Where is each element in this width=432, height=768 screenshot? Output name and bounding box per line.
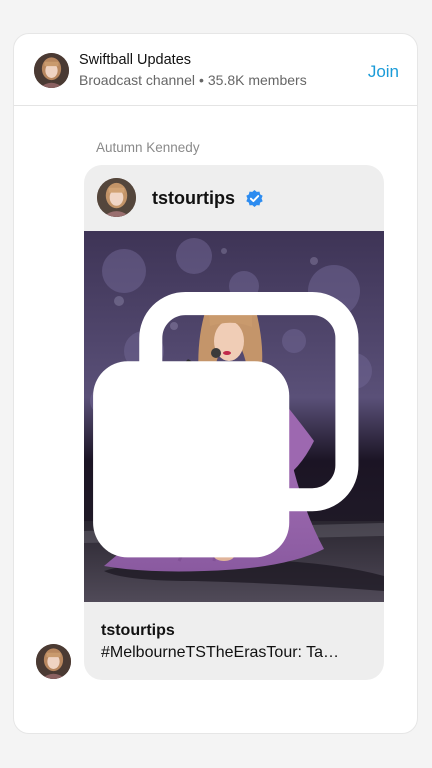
separator-dot: • bbox=[198, 72, 204, 88]
channel-subtitle: Broadcast channel • 35.8K members bbox=[79, 72, 307, 88]
channel-card: Swiftball Updates Broadcast channel • 35.8… bbox=[13, 33, 418, 734]
post-image[interactable] bbox=[84, 231, 384, 602]
channel-type: Broadcast channel bbox=[79, 72, 195, 88]
channel-name: Swiftball Updates bbox=[79, 52, 192, 68]
channel-avatar[interactable] bbox=[34, 53, 69, 88]
member-count: 35.8K members bbox=[207, 72, 307, 88]
multiple-images-icon bbox=[93, 292, 359, 558]
post-author-avatar[interactable] bbox=[97, 178, 136, 217]
message-sender: Autumn Kennedy bbox=[96, 140, 200, 155]
join-button[interactable]: Join bbox=[368, 62, 399, 82]
channel-header: Swiftball Updates Broadcast channel • 35.8… bbox=[14, 34, 417, 106]
caption-text: #MelbourneTSTheErasTour: Ta… bbox=[101, 644, 340, 661]
shared-post-bubble[interactable]: tstourtips tstourtips #MelbourneTSTheEra… bbox=[84, 165, 384, 680]
caption-username: tstourtips bbox=[101, 622, 175, 639]
sender-avatar[interactable] bbox=[36, 644, 71, 679]
post-username[interactable]: tstourtips bbox=[152, 188, 235, 209]
verified-badge-icon bbox=[246, 189, 263, 208]
post-header: tstourtips bbox=[84, 165, 384, 231]
